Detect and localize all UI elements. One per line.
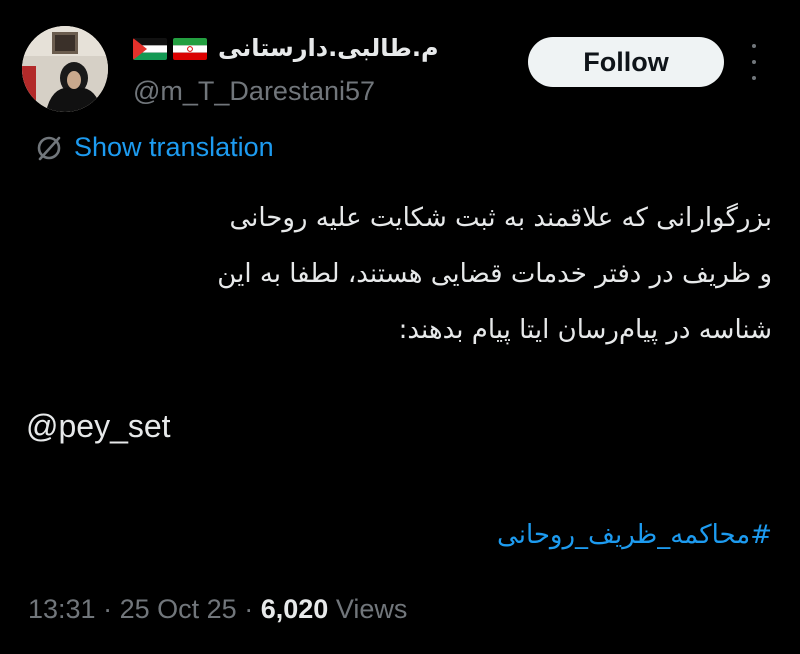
tweet-date[interactable]: 25 Oct 25 (120, 594, 237, 624)
iran-flag-icon (173, 38, 207, 60)
avatar[interactable] (22, 26, 108, 112)
tweet: م.طالبی.دارستانی @m_T_Darestani57 Follow… (0, 0, 800, 654)
show-translation-label: Show translation (74, 132, 274, 162)
translate-icon (37, 136, 61, 160)
meta-separator: · (244, 594, 254, 624)
show-translation-link[interactable]: Show translation (34, 132, 274, 163)
tweet-body-line: بزرگوارانی که علاقمند به ثبت شکایت علیه … (229, 203, 772, 233)
more-options-icon[interactable] (748, 44, 760, 80)
views-label: Views (335, 594, 408, 624)
meta-separator: · (103, 594, 113, 624)
user-handle[interactable]: @m_T_Darestani57 (133, 76, 375, 107)
follow-button[interactable]: Follow (528, 37, 724, 87)
display-name[interactable]: م.طالبی.دارستانی (218, 34, 439, 62)
palestine-flag-icon (133, 38, 167, 60)
views-count[interactable]: 6,020 (261, 594, 329, 624)
tweet-meta: 13:31 · 25 Oct 25 · 6,020 Views (28, 594, 407, 625)
tweet-body-line: شناسه در پیام‌رسان ایتا پیام بدهند: (398, 315, 772, 345)
tweet-body-line: و ظریف در دفتر خدمات قضایی هستند، لطفا ب… (217, 259, 772, 289)
hashtag-link[interactable]: #محاکمه_ظریف_روحانی (497, 520, 772, 550)
tweet-time[interactable]: 13:31 (28, 594, 96, 624)
flag-group (133, 38, 207, 60)
tweet-body: بزرگوارانی که علاقمند به ثبت شکایت علیه … (22, 190, 772, 358)
mention-text: @pey_set (26, 408, 171, 444)
